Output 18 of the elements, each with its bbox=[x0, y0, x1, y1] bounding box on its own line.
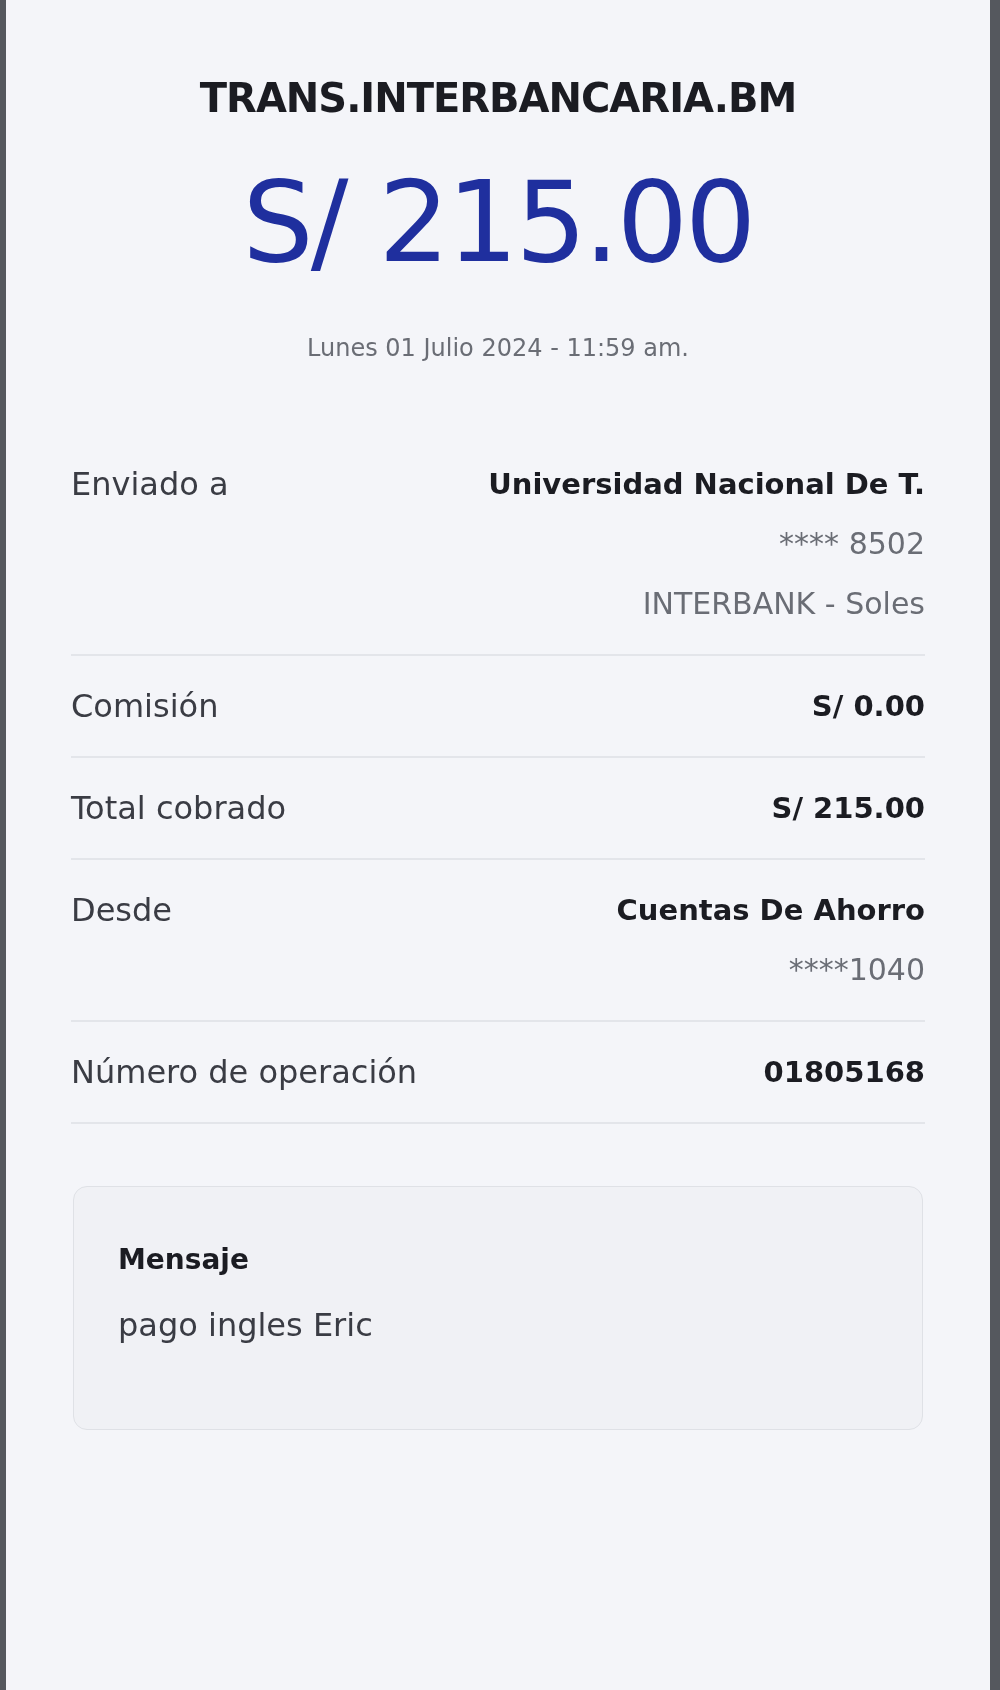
detail-subvalue: ****1040 bbox=[788, 951, 925, 989]
detail-label: Enviado a bbox=[71, 464, 229, 504]
message-label: Mensaje bbox=[118, 1242, 250, 1278]
detail-value: 01805168 bbox=[763, 1054, 925, 1091]
detail-value: S/ 0.00 bbox=[811, 688, 925, 725]
receipt-title: TRANS.INTERBANCARIA.BM bbox=[199, 74, 797, 123]
detail-value: Cuentas De Ahorro bbox=[616, 892, 925, 929]
detail-value: S/ 215.00 bbox=[771, 790, 925, 827]
amount: S/ 215.00 bbox=[242, 166, 754, 278]
detail-label: Total cobrado bbox=[71, 788, 287, 828]
detail-value: Universidad Nacional De T. bbox=[488, 466, 925, 503]
detail-subvalue: INTERBANK - Soles bbox=[642, 585, 925, 623]
message-text: pago ingles Eric bbox=[118, 1305, 374, 1346]
detail-label: Número de operación bbox=[71, 1052, 418, 1092]
detail-label: Desde bbox=[71, 890, 172, 930]
detail-label: Comisión bbox=[71, 686, 219, 726]
date-time: Lunes 01 Julio 2024 - 11:59 am. bbox=[307, 333, 689, 364]
detail-subvalue: **** 8502 bbox=[779, 525, 925, 563]
